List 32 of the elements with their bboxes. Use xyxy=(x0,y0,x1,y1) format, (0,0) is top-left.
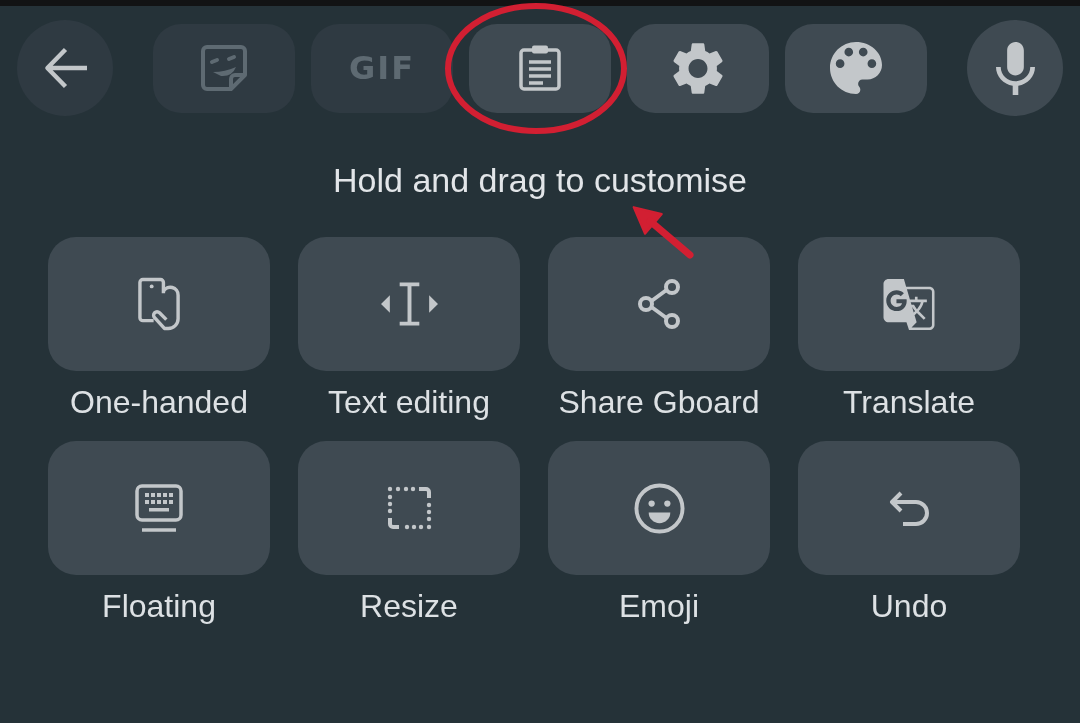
back-arrow-icon xyxy=(42,46,88,90)
clipboard-icon xyxy=(518,44,562,92)
clipboard-button[interactable] xyxy=(469,23,611,113)
settings-button[interactable] xyxy=(627,23,769,113)
one-handed-button[interactable] xyxy=(48,237,270,371)
share-icon xyxy=(637,279,681,329)
mic-icon xyxy=(995,41,1035,95)
text-cursor-icon xyxy=(380,282,438,326)
keyboard-icon xyxy=(134,483,184,533)
emoji-button[interactable] xyxy=(548,441,770,575)
hint-text: Hold and drag to customise xyxy=(333,160,747,200)
palette-icon xyxy=(830,42,882,94)
translate-icon xyxy=(883,278,935,330)
smiley-icon xyxy=(633,482,685,534)
tool-label: Share Gboard xyxy=(558,383,760,421)
annotation-arrow xyxy=(630,204,694,260)
undo-icon xyxy=(888,489,930,527)
tool-label: One-handed xyxy=(70,383,248,421)
phone-hand-icon xyxy=(136,277,182,331)
sticker-icon xyxy=(201,45,247,91)
palette-button[interactable] xyxy=(785,23,927,113)
tool-label: Resize xyxy=(360,587,458,625)
settings-icon xyxy=(673,42,723,94)
floating-button[interactable] xyxy=(48,441,270,575)
tool-label: Translate xyxy=(842,383,976,421)
translate-button[interactable] xyxy=(798,237,1020,371)
tool-label: Floating xyxy=(102,587,216,625)
tool-label: Text editing xyxy=(328,383,490,421)
tool-label: Undo xyxy=(870,587,948,625)
dotted-square-icon xyxy=(385,485,433,531)
tool-label: Emoji xyxy=(619,587,699,625)
share-button[interactable] xyxy=(548,237,770,371)
